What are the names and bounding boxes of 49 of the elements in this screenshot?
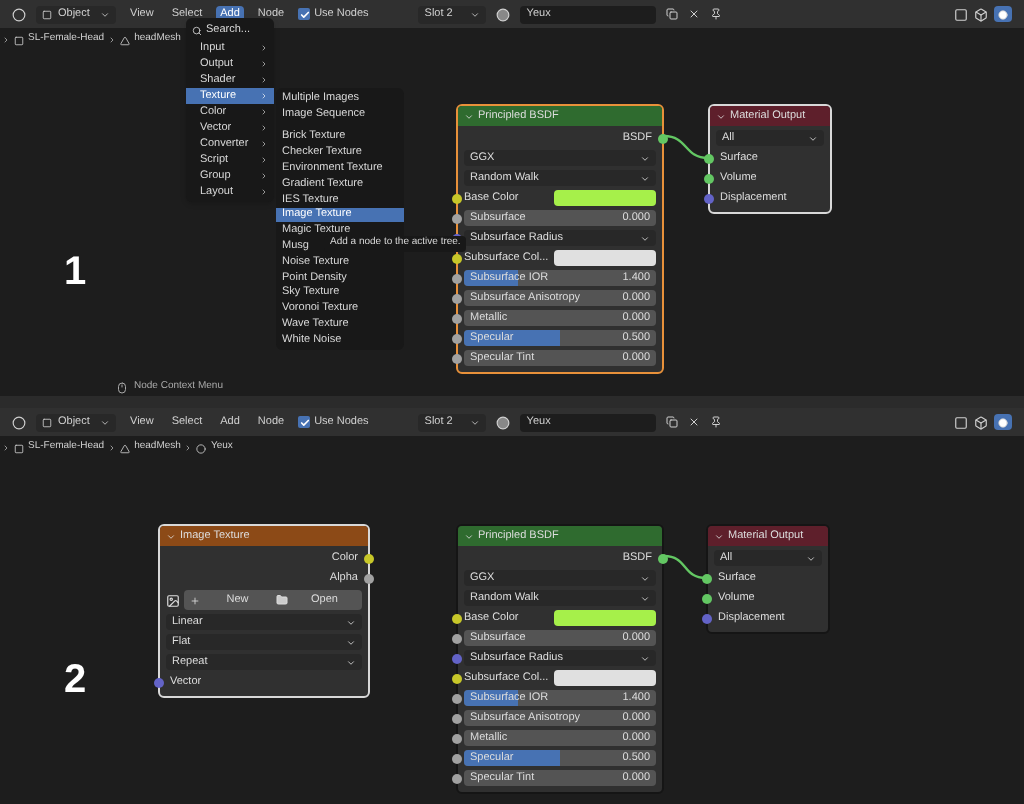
panel-number: 1 [64, 252, 87, 292]
color-swatch[interactable] [554, 190, 656, 206]
square-icon[interactable] [954, 7, 968, 21]
chevron-icon [640, 233, 650, 243]
node-link[interactable] [663, 554, 707, 580]
plus-icon [190, 595, 200, 605]
chevron-icon [100, 417, 110, 427]
mouse-icon [116, 382, 128, 394]
object-icon [14, 35, 24, 45]
color-swatch[interactable] [554, 670, 656, 686]
close-icon[interactable] [688, 416, 701, 428]
chevron-icon [166, 531, 176, 541]
sphere-icon[interactable] [496, 415, 511, 429]
chevron-icon [640, 653, 650, 663]
pin-icon[interactable] [710, 416, 723, 428]
chevron-icon [806, 553, 816, 563]
copy-icon[interactable] [666, 416, 679, 428]
chevron-icon [808, 133, 818, 143]
object-icon [14, 443, 24, 453]
object-icon [42, 9, 52, 19]
sphere-icon [196, 443, 207, 453]
copy-icon[interactable] [666, 8, 679, 20]
object-icon [42, 417, 52, 427]
sphere-icon[interactable] [496, 7, 511, 21]
color-swatch[interactable] [554, 610, 656, 626]
folder-icon [275, 594, 287, 606]
panel-number: 2 [64, 660, 87, 700]
pin-icon[interactable] [710, 8, 723, 20]
search-icon [192, 25, 202, 35]
close-icon[interactable] [688, 8, 701, 20]
image-icon[interactable] [166, 593, 180, 607]
checkbox[interactable] [298, 416, 311, 428]
chevron-icon [714, 531, 724, 541]
chevron-icon [100, 9, 110, 19]
mesh-icon [120, 35, 131, 45]
chevron-icon [464, 111, 474, 121]
overlay-button[interactable] [994, 414, 1012, 430]
checkbox[interactable] [298, 8, 311, 20]
chevron-icon [470, 417, 481, 427]
cube-icon[interactable] [974, 7, 988, 21]
chevron-icon [464, 531, 474, 541]
node-link[interactable] [663, 134, 709, 160]
mesh-icon [120, 443, 131, 453]
color-swatch[interactable] [554, 250, 656, 266]
chevron-icon [716, 111, 726, 121]
chevron-icon [470, 9, 481, 19]
square-icon[interactable] [954, 415, 968, 429]
cube-icon[interactable] [974, 415, 988, 429]
overlay-button[interactable] [994, 6, 1012, 22]
